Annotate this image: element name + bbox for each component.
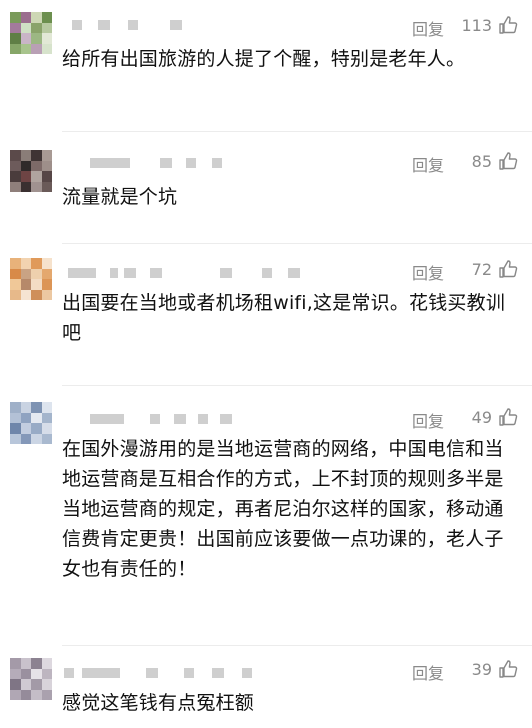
comment-text: 在国外漫游用的是当地运营商的网络，中国电信和当地运营商是互相合作的方式，上不封顶… xyxy=(62,438,504,580)
comment-item: 回复 113 给所有出国旅游的人提了个醒，特别是老年人。 xyxy=(0,0,532,132)
comment-text: 出国要在当地或者机场租wifi,这是常识。花钱买教训吧 xyxy=(62,292,506,344)
thumb-up-icon[interactable] xyxy=(498,15,518,35)
reply-button[interactable]: 回复 xyxy=(412,152,444,176)
reply-button[interactable]: 回复 xyxy=(412,260,444,284)
thumb-up-icon[interactable] xyxy=(498,407,518,427)
avatar[interactable] xyxy=(10,658,52,700)
thumb-up-icon[interactable] xyxy=(498,659,518,679)
avatar[interactable] xyxy=(10,258,52,300)
username-blurred[interactable] xyxy=(62,408,242,430)
comment-item: 回复 72 出国要在当地或者机场租wifi,这是常识。花钱买教训吧 xyxy=(0,244,532,386)
thumb-up-icon[interactable] xyxy=(498,259,518,279)
like-count: 39 xyxy=(471,660,492,679)
comment-item: 回复 49 在国外漫游用的是当地运营商的网络，中国电信和当地运营商是互相合作的方… xyxy=(0,386,532,646)
username-blurred[interactable] xyxy=(62,262,302,284)
reply-button[interactable]: 回复 xyxy=(412,408,444,432)
comment-text: 流量就是个坑 xyxy=(62,186,178,208)
avatar[interactable] xyxy=(10,402,52,444)
comment-item: 回复 39 感觉这笔钱有点冤枉额 xyxy=(0,646,532,728)
like-count: 49 xyxy=(471,408,492,427)
comment-text: 给所有出国旅游的人提了个醒，特别是老年人。 xyxy=(62,48,466,70)
like-count: 72 xyxy=(471,260,492,279)
comment-text: 感觉这笔钱有点冤枉额 xyxy=(62,692,255,714)
like-count: 85 xyxy=(471,152,492,171)
comment-item: 回复 85 流量就是个坑 xyxy=(0,132,532,244)
reply-button[interactable]: 回复 xyxy=(412,16,444,40)
avatar[interactable] xyxy=(10,150,52,192)
username-blurred[interactable] xyxy=(62,662,262,684)
like-count: 113 xyxy=(461,16,492,35)
reply-button[interactable]: 回复 xyxy=(412,660,444,684)
thumb-up-icon[interactable] xyxy=(498,151,518,171)
avatar[interactable] xyxy=(10,12,52,54)
username-blurred[interactable] xyxy=(62,152,232,174)
username-blurred[interactable] xyxy=(62,14,222,36)
